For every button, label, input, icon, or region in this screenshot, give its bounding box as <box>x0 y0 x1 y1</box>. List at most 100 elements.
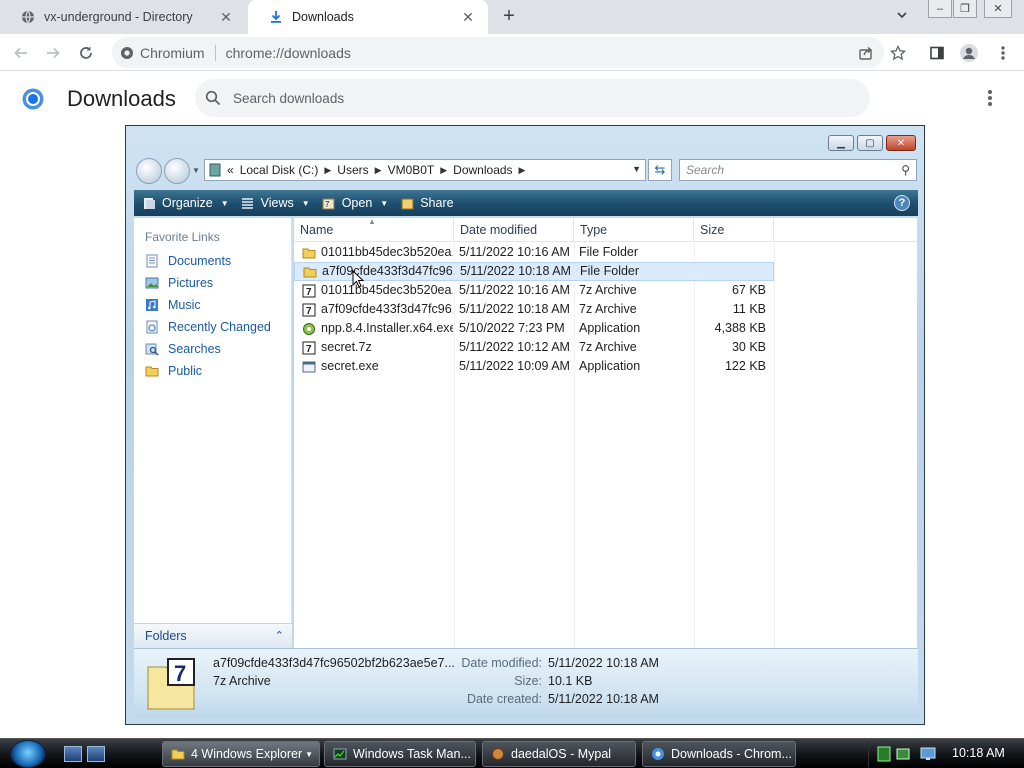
downloads-more-icon[interactable] <box>984 88 996 108</box>
tray-app-icon[interactable] <box>877 746 891 765</box>
organize-label: Organize <box>162 196 213 210</box>
tab-close-icon[interactable]: ✕ <box>460 9 476 25</box>
tray-network-icon[interactable] <box>896 746 910 765</box>
explorer-back-icon[interactable] <box>136 158 162 184</box>
show-desktop-icon[interactable] <box>64 746 82 762</box>
browser-toolbar: Chromium chrome://downloads <box>0 34 1024 71</box>
column-header-label: Type <box>580 223 608 237</box>
svg-text:7: 7 <box>174 661 186 686</box>
nav-link-recently-changed[interactable]: Recently Changed <box>134 316 291 338</box>
share-icon[interactable] <box>855 42 877 64</box>
taskbar-clock[interactable]: 10:18 AM <box>952 746 1005 760</box>
explorer-maximize-icon[interactable]: ▢ <box>857 135 883 151</box>
breadcrumb-arrow-icon[interactable]: ▶ <box>324 165 331 176</box>
omnibox-site-name: Chromium <box>140 44 205 61</box>
switch-windows-icon[interactable] <box>87 746 105 762</box>
nav-link-public[interactable]: Public <box>134 360 291 382</box>
nav-link-documents[interactable]: Documents <box>134 250 291 272</box>
taskbar-item-chromium[interactable]: Downloads - Chrom... <box>642 741 796 767</box>
close-icon[interactable]: ✕ <box>984 0 1012 18</box>
svg-text:7: 7 <box>306 344 312 355</box>
side-panel-icon[interactable] <box>926 42 948 64</box>
explorer-close-icon[interactable]: ✕ <box>886 135 916 151</box>
breadcrumb-local-disk[interactable]: Local Disk (C:) <box>240 163 319 177</box>
folders-toggle[interactable]: Folders ⌃ <box>134 623 292 648</box>
column-header-date[interactable]: Date modified <box>454 218 574 242</box>
taskbar-item-label: daedalOS - Mypal <box>511 747 612 761</box>
nav-link-searches[interactable]: Searches <box>134 338 291 360</box>
svg-text:7: 7 <box>325 200 330 209</box>
column-divider <box>774 242 775 648</box>
tab-search-chevron-icon[interactable] <box>895 8 915 26</box>
file-type: 7z Archive <box>579 283 637 297</box>
share-button[interactable]: Share <box>400 196 454 210</box>
system-tray <box>868 741 946 767</box>
taskbar-item-mypal[interactable]: daedalOS - Mypal <box>482 741 636 767</box>
address-bar[interactable]: Chromium chrome://downloads <box>112 37 884 68</box>
column-header-type[interactable]: Type <box>574 218 694 242</box>
table-row[interactable]: 01011bb45dec3b520ea... 5/11/2022 10:16 A… <box>294 243 774 262</box>
table-row[interactable]: 7 01011bb45dec3b520ea... 5/11/2022 10:16 … <box>294 281 774 300</box>
searches-icon <box>145 342 159 356</box>
taskbar: 4 Windows Explorer ▼ Windows Task Man...… <box>0 738 1024 768</box>
reload-icon[interactable] <box>75 42 97 64</box>
table-row[interactable]: 7 secret.7z 5/11/2022 10:12 AM 7z Archive… <box>294 338 774 357</box>
svg-text:7: 7 <box>306 306 312 317</box>
taskbar-item-task-manager[interactable]: Windows Task Man... <box>324 741 476 767</box>
file-name: secret.7z <box>321 340 372 354</box>
new-tab-button[interactable]: + <box>498 6 520 28</box>
start-button[interactable] <box>10 740 46 768</box>
table-row-selected[interactable]: a7f09cfde433f3d47fc96... 5/11/2022 10:18… <box>294 262 774 281</box>
file-date: 5/11/2022 10:12 AM <box>459 340 570 354</box>
profile-avatar-icon[interactable] <box>958 42 980 64</box>
column-header-size[interactable]: Size <box>694 218 774 242</box>
breadcrumb-users[interactable]: Users <box>337 163 368 177</box>
downloads-search-input[interactable]: Search downloads <box>195 79 870 117</box>
browser-menu-icon[interactable] <box>992 42 1014 64</box>
address-dropdown-icon[interactable]: ▼ <box>632 164 641 174</box>
dropdown-arrow-icon: ▼ <box>220 198 229 208</box>
tab-downloads[interactable]: Downloads ✕ <box>248 0 488 34</box>
breadcrumb-overflow[interactable]: « <box>227 163 234 177</box>
forward-icon[interactable] <box>42 42 64 64</box>
tab-vx-underground[interactable]: vx-underground - Directory ✕ <box>0 0 246 34</box>
views-icon <box>241 196 255 210</box>
breadcrumb-downloads[interactable]: Downloads <box>453 163 512 177</box>
column-header-name[interactable]: ▲ Name <box>294 217 454 242</box>
tray-monitor-icon[interactable] <box>920 746 936 765</box>
table-row[interactable]: npp.8.4.Installer.x64.exe 5/10/2022 7:23… <box>294 319 774 338</box>
tab-strip: vx-underground - Directory ✕ Downloads ✕… <box>0 0 1024 34</box>
explorer-forward-icon[interactable] <box>164 158 190 184</box>
breadcrumb-arrow-icon[interactable]: ▶ <box>519 165 526 176</box>
public-folder-icon <box>145 364 159 378</box>
details-pane: 7 a7f09cfde433f3d47fc96502bf2b623ae5e7..… <box>134 648 918 718</box>
explorer-address-bar[interactable]: « Local Disk (C:) ▶ Users ▶ VM0B0T ▶ Dow… <box>204 159 646 181</box>
nav-link-music[interactable]: Music <box>134 294 291 316</box>
breadcrumb-vm0b0t[interactable]: VM0B0T <box>388 163 435 177</box>
explorer-refresh-icon[interactable]: ⇆ <box>648 159 672 181</box>
taskbar-item-windows-explorer[interactable]: 4 Windows Explorer ▼ <box>162 741 320 767</box>
views-button[interactable]: Views ▼ <box>241 196 310 210</box>
recent-pages-chevron-icon[interactable]: ▼ <box>192 166 200 175</box>
restore-icon[interactable]: ❐ <box>953 0 977 18</box>
bookmark-star-icon[interactable] <box>887 42 909 64</box>
minimize-icon[interactable]: – <box>928 0 952 18</box>
table-row[interactable]: 7 a7f09cfde433f3d47fc96... 5/11/2022 10:1… <box>294 300 774 319</box>
chevron-up-icon: ⌃ <box>274 630 284 642</box>
nav-link-label: Music <box>168 298 201 312</box>
back-icon[interactable] <box>10 42 32 64</box>
organize-button[interactable]: Organize ▼ <box>142 196 229 210</box>
open-button[interactable]: 7 Open ▼ <box>322 196 388 210</box>
taskbar-item-label: 4 Windows Explorer <box>191 747 303 761</box>
nav-link-label: Public <box>168 364 203 378</box>
explorer-minimize-icon[interactable]: ▁ <box>828 135 854 151</box>
help-icon[interactable]: ? <box>894 195 910 211</box>
search-icon[interactable]: ⚲ <box>901 163 910 177</box>
explorer-search-input[interactable]: Search ⚲ <box>679 159 917 181</box>
file-name: secret.exe <box>321 359 379 373</box>
nav-link-pictures[interactable]: Pictures <box>134 272 291 294</box>
breadcrumb-arrow-icon[interactable]: ▶ <box>375 165 382 176</box>
table-row[interactable]: secret.exe 5/11/2022 10:09 AM Applicatio… <box>294 357 774 376</box>
tab-close-icon[interactable]: ✕ <box>218 9 234 25</box>
breadcrumb-arrow-icon[interactable]: ▶ <box>440 165 447 176</box>
